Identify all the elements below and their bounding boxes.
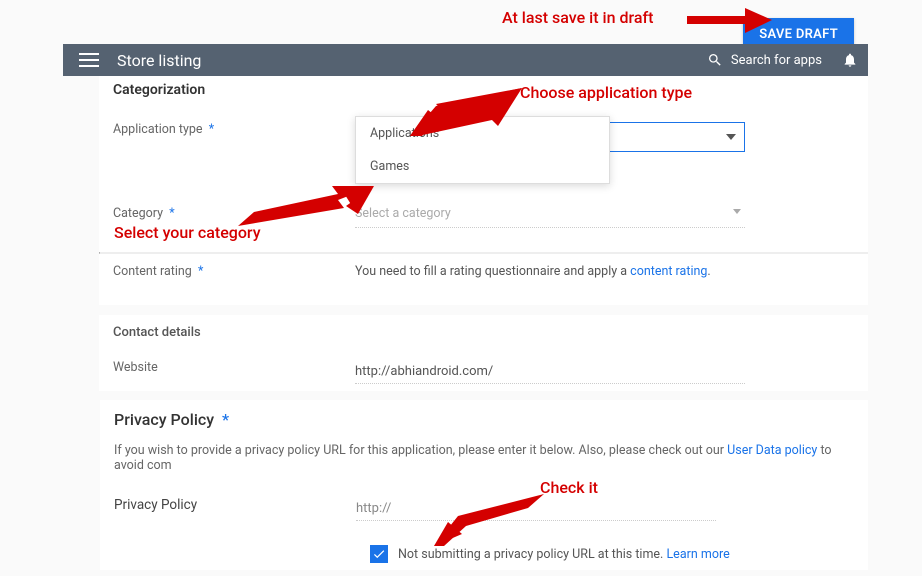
not-submitting-checkbox[interactable] (370, 545, 388, 563)
search-input[interactable]: Search for apps (731, 53, 822, 68)
category-label: Category * (113, 206, 355, 228)
chevron-down-icon (726, 134, 736, 140)
search-icon[interactable] (707, 52, 723, 68)
page-title: Store listing (117, 51, 707, 70)
chevron-down-icon (733, 209, 741, 214)
content-rating-link[interactable]: content rating (630, 264, 707, 279)
hamburger-menu-icon[interactable] (79, 53, 99, 67)
contact-title: Contact details (99, 315, 868, 350)
contact-panel: Contact details Website http://abhiandro… (99, 315, 868, 391)
categorization-panel: Categorization Application type * Catego… (99, 76, 868, 305)
privacy-url-row: Privacy Policy (100, 487, 868, 531)
privacy-description: If you wish to provide a privacy policy … (100, 439, 868, 487)
privacy-checkbox-row: Not submitting a privacy policy URL at t… (100, 531, 868, 563)
user-data-policy-link[interactable]: User Data policy (727, 443, 817, 458)
privacy-url-label: Privacy Policy (114, 497, 356, 521)
learn-more-link[interactable]: Learn more (666, 547, 729, 562)
notifications-icon[interactable] (842, 52, 858, 68)
application-type-label: Application type * (113, 122, 355, 152)
content-rating-label: Content rating * (113, 264, 355, 279)
app-header: Store listing Search for apps (63, 44, 868, 76)
privacy-url-input[interactable] (356, 497, 716, 521)
privacy-title: Privacy Policy * (100, 400, 868, 439)
content-rating-text: You need to fill a rating questionnaire … (355, 264, 854, 279)
dropdown-item-applications[interactable]: Applications (356, 117, 609, 150)
website-input[interactable]: http://abhiandroid.com/ (355, 364, 745, 384)
website-label: Website (113, 360, 355, 384)
not-submitting-label: Not submitting a privacy policy URL at t… (398, 547, 730, 562)
website-row: Website http://abhiandroid.com/ (99, 350, 868, 394)
category-row: Category * Select a category (99, 196, 868, 238)
application-type-dropdown: Applications Games (355, 116, 610, 184)
privacy-panel: Privacy Policy * If you wish to provide … (100, 400, 868, 570)
content-rating-row: Content rating * You need to fill a rati… (99, 254, 868, 289)
category-select[interactable]: Select a category (355, 206, 745, 228)
dropdown-item-games[interactable]: Games (356, 150, 609, 183)
categorization-title: Categorization (99, 76, 868, 112)
annotation-save: At last save it in draft (502, 8, 653, 27)
